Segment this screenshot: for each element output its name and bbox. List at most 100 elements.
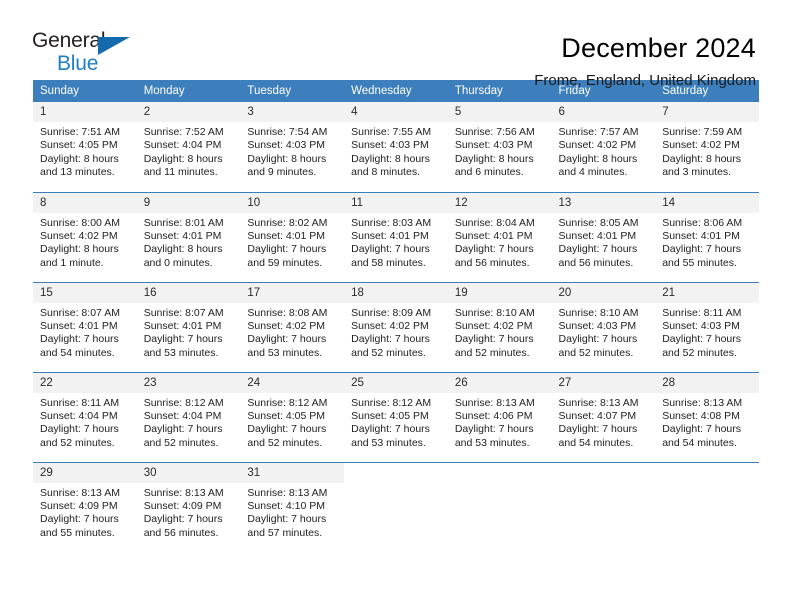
day-daylight-line2: and 53 minutes. [454,436,530,449]
logo-text-general: General [32,29,106,52]
calendar-day-cell[interactable]: 17 Sunrise: 8:08 AM Sunset: 4:02 PM Dayligh… [240,281,345,372]
calendar-day-cell[interactable]: 3 Sunrise: 7:54 AM Sunset: 4:03 PM Daylight… [240,102,345,192]
day-number: 31 [240,462,345,483]
calendar-day-cell[interactable]: 2 Sunrise: 7:52 AM Sunset: 4:04 PM Daylight… [136,102,241,192]
calendar-day-cell[interactable]: 7 Sunrise: 7:59 AM Sunset: 4:02 PM Daylight… [655,102,759,192]
day-daylight-line2: and 58 minutes. [351,256,426,269]
triangle-icon [98,37,130,55]
calendar-day-cell[interactable]: 24 Sunrise: 8:12 AM Sunset: 4:05 PM Dayligh… [240,371,345,462]
day-daylight-line1: Daylight: 7 hours [558,423,638,436]
day-details: Sunrise: 7:51 AM Sunset: 4:05 PM Daylight:… [33,122,137,180]
title-block: December 2024 Frome, England, United Kin… [534,30,756,92]
day-daylight-line1: Daylight: 7 hours [558,243,638,256]
day-number: 9 [136,192,241,213]
day-details: Sunrise: 8:03 AM Sunset: 4:01 PM Daylight:… [344,213,448,271]
weekday-header-tuesday: Tuesday [240,80,345,102]
logo[interactable]: General Blue [32,30,152,78]
day-daylight-line1: Daylight: 8 hours [40,243,119,256]
day-number: 25 [344,372,448,393]
day-daylight-line2: and 52 minutes. [662,346,737,359]
day-number: 20 [551,282,656,303]
calendar-day-cell[interactable]: 12 Sunrise: 8:04 AM Sunset: 4:01 PM Dayligh… [447,191,552,282]
calendar-day-cell[interactable]: 10 Sunrise: 8:02 AM Sunset: 4:01 PM Dayligh… [240,191,345,282]
calendar-day-cell[interactable]: 23 Sunrise: 8:12 AM Sunset: 4:04 PM Dayligh… [136,371,241,462]
day-details: Sunrise: 8:12 AM Sunset: 4:05 PM Daylight:… [344,393,448,451]
page-header: General Blue December 2024 Frome, Englan… [0,0,792,90]
day-sunset: Sunset: 4:02 PM [351,319,429,332]
day-sunrise: Sunrise: 8:11 AM [40,396,120,409]
day-daylight-line2: and 55 minutes. [40,526,115,539]
day-number: 26 [447,372,552,393]
calendar-day-cell[interactable]: 27 Sunrise: 8:13 AM Sunset: 4:07 PM Dayligh… [551,371,656,462]
day-number: 6 [551,102,656,122]
calendar-day-cell[interactable]: 15 Sunrise: 8:07 AM Sunset: 4:01 PM Dayligh… [33,281,137,372]
day-daylight-line2: and 56 minutes. [454,256,530,269]
calendar-day-cell[interactable]: 1 Sunrise: 7:51 AM Sunset: 4:05 PM Daylight… [33,102,137,192]
calendar-day-cell[interactable]: 11 Sunrise: 8:03 AM Sunset: 4:01 PM Dayligh… [344,191,448,282]
day-details: Sunrise: 8:11 AM Sunset: 4:03 PM Daylight:… [655,303,759,361]
weekday-header-monday: Monday [136,80,241,102]
day-daylight-line1: Daylight: 8 hours [351,152,430,165]
day-details: Sunrise: 8:09 AM Sunset: 4:02 PM Daylight:… [344,303,448,361]
day-details: Sunrise: 8:10 AM Sunset: 4:03 PM Daylight:… [552,303,656,361]
day-number: 7 [655,102,759,122]
calendar-day-cell[interactable]: 14 Sunrise: 8:06 AM Sunset: 4:01 PM Dayligh… [655,191,759,282]
calendar-day-cell[interactable]: 18 Sunrise: 8:09 AM Sunset: 4:02 PM Dayligh… [344,281,448,372]
calendar-day-cell[interactable]: 16 Sunrise: 8:07 AM Sunset: 4:01 PM Dayligh… [136,281,241,372]
calendar-day-cell[interactable]: 6 Sunrise: 7:57 AM Sunset: 4:02 PM Daylight… [551,102,656,192]
calendar-day-cell[interactable]: 19 Sunrise: 8:10 AM Sunset: 4:02 PM Dayligh… [447,281,552,372]
day-daylight-line1: Daylight: 7 hours [454,243,534,256]
day-sunrise: Sunrise: 8:13 AM [143,486,224,499]
day-sunset: Sunset: 4:05 PM [351,409,429,422]
day-daylight-line2: and 54 minutes. [662,436,737,449]
weekday-header-sunday: Sunday [33,80,137,102]
calendar-day-cell[interactable]: 4 Sunrise: 7:55 AM Sunset: 4:03 PM Daylight… [344,102,448,192]
calendar-day-cell[interactable]: 28 Sunrise: 8:13 AM Sunset: 4:08 PM Dayligh… [655,371,759,462]
calendar-day-cell[interactable]: 29 Sunrise: 8:13 AM Sunset: 4:09 PM Dayligh… [33,461,137,552]
calendar-day-cell[interactable]: 31 Sunrise: 8:13 AM Sunset: 4:10 PM Dayligh… [240,461,345,552]
calendar-day-cell[interactable]: 25 Sunrise: 8:12 AM Sunset: 4:05 PM Dayligh… [344,371,448,462]
day-daylight-line2: and 59 minutes. [247,256,323,269]
calendar-day-cell[interactable]: 26 Sunrise: 8:13 AM Sunset: 4:06 PM Dayligh… [447,371,552,462]
calendar-day-cell[interactable]: 5 Sunrise: 7:56 AM Sunset: 4:03 PM Daylight… [447,102,552,192]
day-daylight-line2: and 4 minutes. [558,166,628,179]
day-daylight-line2: and 8 minutes. [351,166,420,179]
day-details: Sunrise: 7:57 AM Sunset: 4:02 PM Daylight:… [552,122,656,180]
day-daylight-line2: and 56 minutes. [558,256,634,269]
day-sunset: Sunset: 4:04 PM [40,409,118,422]
day-sunrise: Sunrise: 7:52 AM [143,126,224,138]
day-daylight-line1: Daylight: 7 hours [558,333,638,346]
calendar-day-cell[interactable]: 9 Sunrise: 8:01 AM Sunset: 4:01 PM Daylight… [136,191,241,282]
day-daylight-line2: and 13 minutes. [40,166,115,179]
day-details: Sunrise: 8:13 AM Sunset: 4:07 PM Daylight:… [552,393,656,451]
day-details: Sunrise: 8:01 AM Sunset: 4:01 PM Daylight:… [137,213,241,271]
day-daylight-line2: and 52 minutes. [247,436,323,449]
day-sunset: Sunset: 4:03 PM [247,139,326,152]
calendar-day-cell[interactable]: 8 Sunrise: 8:00 AM Sunset: 4:02 PM Daylight… [33,191,137,282]
day-daylight-line1: Daylight: 7 hours [247,423,327,436]
day-number: 27 [551,372,656,393]
day-sunset: Sunset: 4:01 PM [662,229,740,242]
day-daylight-line1: Daylight: 7 hours [351,423,430,436]
day-daylight-line1: Daylight: 8 hours [454,152,534,165]
day-number: 4 [344,102,448,122]
day-sunrise: Sunrise: 8:10 AM [454,306,535,319]
day-daylight-line2: and 54 minutes. [558,436,634,449]
day-sunrise: Sunrise: 7:56 AM [454,126,535,138]
calendar-day-cell[interactable]: 13 Sunrise: 8:05 AM Sunset: 4:01 PM Dayligh… [551,191,656,282]
calendar-page: General Blue December 2024 Frome, Englan… [0,0,792,612]
calendar-day-cell[interactable]: 30 Sunrise: 8:13 AM Sunset: 4:09 PM Dayligh… [136,461,241,552]
day-details: Sunrise: 7:52 AM Sunset: 4:04 PM Daylight:… [137,122,241,180]
day-details: Sunrise: 8:07 AM Sunset: 4:01 PM Daylight:… [137,303,241,361]
day-sunset: Sunset: 4:08 PM [662,409,740,422]
calendar-day-cell[interactable]: 20 Sunrise: 8:10 AM Sunset: 4:03 PM Dayligh… [551,281,656,372]
calendar-day-cell[interactable]: 21 Sunrise: 8:11 AM Sunset: 4:03 PM Dayligh… [655,281,759,372]
day-daylight-line2: and 0 minutes. [143,256,213,269]
day-number: 16 [136,282,241,303]
day-daylight-line1: Daylight: 8 hours [247,152,327,165]
day-sunset: Sunset: 4:02 PM [662,139,740,152]
day-number: 28 [655,372,759,393]
day-sunrise: Sunrise: 8:09 AM [351,306,432,319]
calendar-day-cell[interactable]: 22 Sunrise: 8:11 AM Sunset: 4:04 PM Dayligh… [33,371,137,462]
day-sunset: Sunset: 4:01 PM [143,319,222,332]
